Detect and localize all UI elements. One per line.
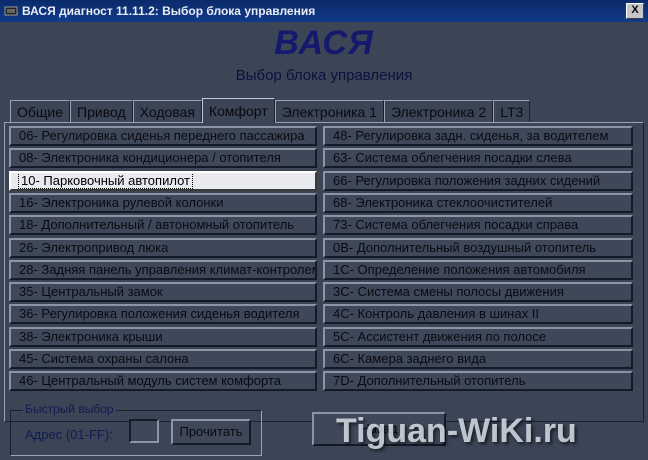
unit-button[interactable]: 46- Центральный модуль систем комфорта <box>9 371 317 392</box>
tab-6[interactable]: LT3 <box>493 100 531 123</box>
unit-button-label: 73- Система облегчения посадки справа <box>333 217 579 233</box>
unit-button[interactable]: 66- Регулировка положения задних сидений <box>323 170 633 191</box>
unit-button[interactable]: 5C- Ассистент движения по полосе <box>323 326 633 347</box>
tab-4[interactable]: Электроника 1 <box>274 100 384 123</box>
unit-button-label: 63- Система облегчения посадки слева <box>333 150 572 166</box>
unit-button-label: 18- Дополнительный / автономный отопител… <box>19 217 295 233</box>
unit-button-label: 10- Парковочный автопилот <box>18 172 193 189</box>
unit-button[interactable]: 45- Система охраны салона <box>9 349 317 369</box>
unit-button[interactable]: 73- Система облегчения посадки справа <box>323 215 633 236</box>
window-title: ВАСЯ диагност 11.11.2: Выбор блока управ… <box>22 4 316 18</box>
title-bar: ВАСЯ диагност 11.11.2: Выбор блока управ… <box>0 0 648 22</box>
unit-button-label: 06- Регулировка сиденья переднего пассаж… <box>19 128 305 143</box>
unit-button[interactable]: 16- Электроника рулевой колонки <box>9 192 317 213</box>
unit-button[interactable]: 3C- Система смены полосы движения <box>323 282 633 303</box>
tab-3[interactable]: Комфорт <box>201 98 275 123</box>
address-input[interactable] <box>129 419 159 443</box>
app-name: ВАСЯ <box>274 24 374 62</box>
unit-button[interactable]: 36- Регулировка положения сиденья водите… <box>9 304 317 325</box>
unit-button[interactable]: 08- Электроника кондиционера / отопителя <box>9 148 317 169</box>
close-button[interactable]: X <box>626 3 644 19</box>
unit-button[interactable]: 4C- Контроль давления в шинах II <box>323 304 633 325</box>
tab-2[interactable]: Ходовая <box>132 100 202 123</box>
unit-button-label: 28- Задняя панель управления климат-конт… <box>19 261 317 277</box>
address-label: Адрес (01-FF): <box>25 427 113 442</box>
unit-button-label: 08- Электроника кондиционера / отопителя <box>19 150 281 166</box>
unit-button[interactable]: 38- Электроника крыши <box>9 326 317 347</box>
quick-select-legend: Быстрый выбор <box>23 402 116 416</box>
unit-button[interactable]: 68- Электроника стеклоочистителей <box>323 192 633 213</box>
unit-button-label: 46- Центральный модуль систем комфорта <box>19 373 282 389</box>
tab-5[interactable]: Электроника 2 <box>383 100 494 123</box>
unit-button-label: 35- Центральный замок <box>19 284 163 300</box>
app-icon <box>4 4 18 18</box>
unit-button[interactable]: 18- Дополнительный / автономный отопител… <box>9 215 317 236</box>
unit-button-label: 0B- Дополнительный воздушный отопитель <box>333 239 597 255</box>
tab-0[interactable]: Общие <box>10 100 71 123</box>
unit-button-label: 6C- Камера заднего вида <box>333 351 487 366</box>
unit-button[interactable]: 7D- Дополнительный отопитель <box>323 371 633 392</box>
unit-button-label: 36- Регулировка положения сиденья водите… <box>19 306 300 322</box>
unit-button[interactable]: 6C- Камера заднего вида <box>323 349 633 369</box>
unit-button-label: 45- Система охраны салона <box>19 351 189 366</box>
unit-button-label: 4C- Контроль давления в шинах II <box>333 306 539 322</box>
read-button[interactable]: Прочитать <box>171 419 251 445</box>
unit-button-label: 5C- Ассистент движения по полосе <box>333 328 547 344</box>
unit-button[interactable]: 35- Центральный замок <box>9 282 317 303</box>
unit-button-label: 7D- Дополнительный отопитель <box>333 373 526 389</box>
unit-button[interactable]: 28- Задняя панель управления климат-конт… <box>9 259 317 280</box>
unit-button[interactable]: 10- Парковочный автопилот <box>9 170 317 191</box>
main-window: ВАСЯ Выбор блока управления Общие Привод Х… <box>0 22 648 460</box>
unit-button-label: 66- Регулировка положения задних сидений <box>333 172 601 188</box>
unit-button-label: 48- Регулировка задн. сиденья, за водите… <box>333 128 609 143</box>
unit-button[interactable]: 1C- Определение положения автомобиля <box>323 259 633 280</box>
unit-button-label: 38- Электроника крыши <box>19 328 163 344</box>
unit-button-label: 1C- Определение положения автомобиля <box>333 261 586 277</box>
unit-button[interactable]: 48- Регулировка задн. сиденья, за водите… <box>323 126 633 146</box>
unit-button-label: 68- Электроника стеклоочистителей <box>333 194 553 210</box>
tab-bar: Общие Привод Ходовая Комфорт Электроника 1 Эл… <box>10 98 531 123</box>
unit-button-label: 3C- Система смены полосы движения <box>333 284 564 300</box>
unit-button[interactable]: 63- Система облегчения посадки слева <box>323 148 633 169</box>
unit-button[interactable]: 06- Регулировка сиденья переднего пассаж… <box>9 126 317 146</box>
unit-button[interactable]: 26- Электропривод люка <box>9 237 317 258</box>
tab-1[interactable]: Привод <box>70 100 133 123</box>
page-subtitle: Выбор блока управления <box>235 67 413 84</box>
watermark: Tiguan-WiKi.ru <box>336 412 577 450</box>
unit-panel: 06- Регулировка сиденья переднего пассаж… <box>4 122 644 422</box>
unit-button-label: 26- Электропривод люка <box>19 239 169 255</box>
unit-button-label: 16- Электроника рулевой колонки <box>19 194 224 210</box>
quick-select-group: Быстрый выбор Адрес (01-FF): Прочитать <box>10 402 262 456</box>
unit-button[interactable]: 0B- Дополнительный воздушный отопитель <box>323 237 633 258</box>
